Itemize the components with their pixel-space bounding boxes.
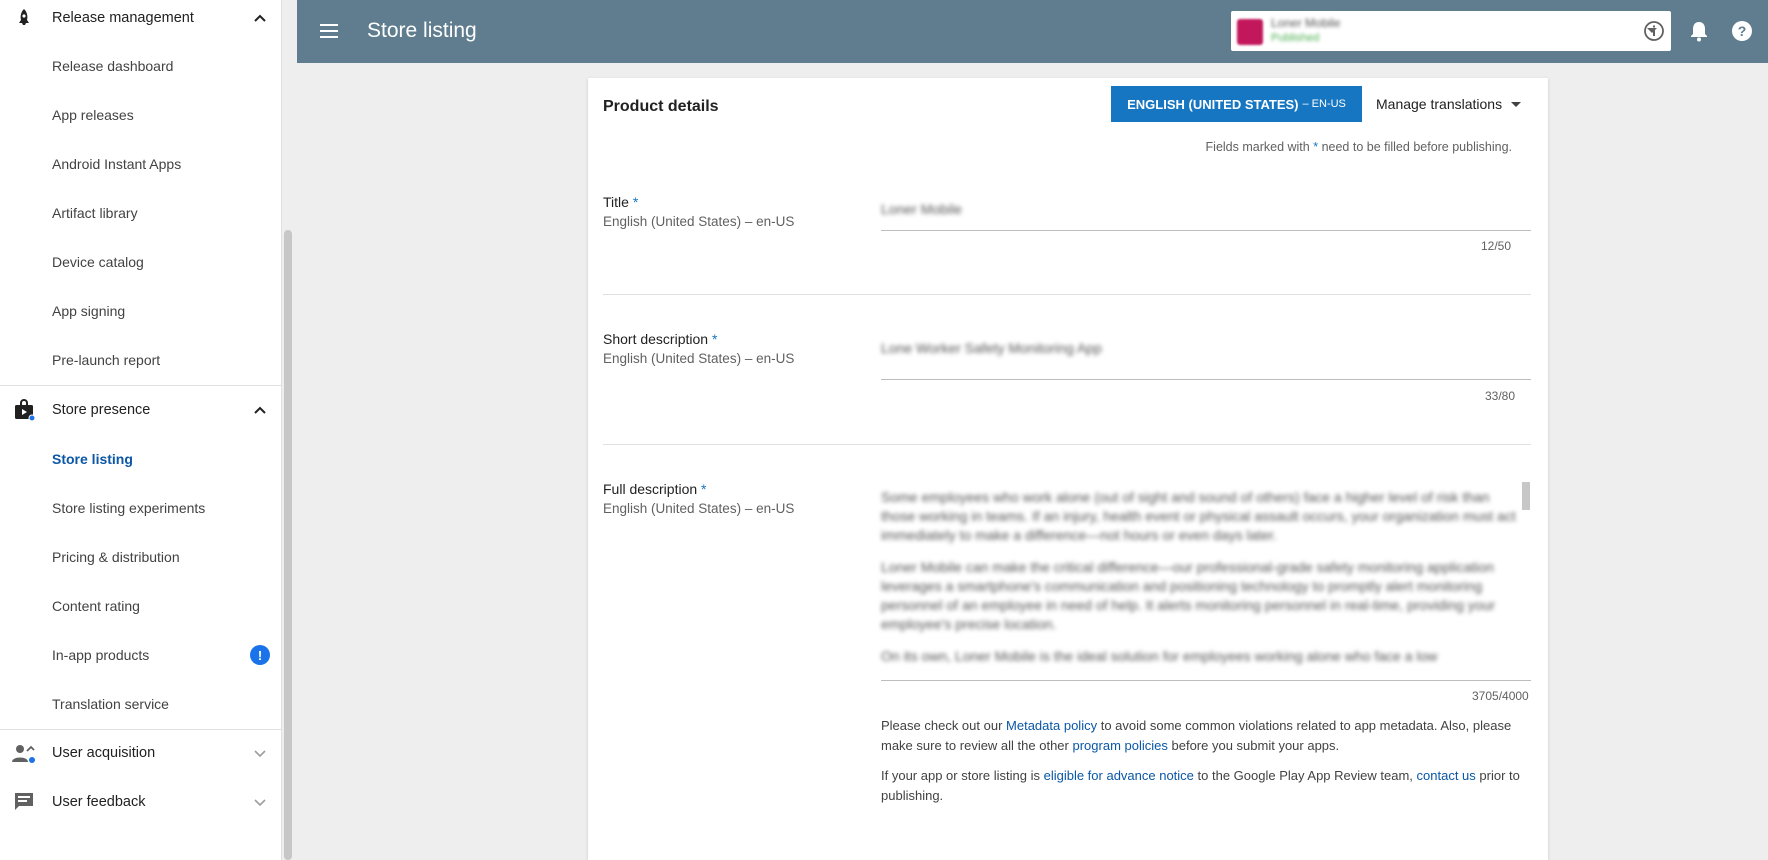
bell-icon[interactable] (1687, 19, 1711, 43)
title-char-counter: 12/50 (1481, 239, 1512, 253)
sidebar-section-label: Release management (52, 10, 194, 26)
sidebar-section-release-management[interactable]: Release management (0, 0, 281, 36)
product-details-card: Product details ENGLISH (UNITED STATES) … (588, 78, 1548, 860)
full-description-char-counter: 3705/4000 (1472, 689, 1529, 703)
sidebar-section-user-feedback[interactable]: User feedback (0, 784, 281, 820)
chevron-down-icon[interactable] (250, 792, 270, 812)
card-title: Product details (603, 98, 719, 115)
description-scrollbar[interactable] (1522, 482, 1530, 510)
description-paragraph: On its own, Loner Mobile is the ideal so… (881, 648, 1438, 664)
title-field-label: Title * (603, 194, 639, 210)
sidebar-item-pre-launch-report[interactable]: Pre-launch report (0, 342, 281, 378)
chevron-up-icon[interactable] (250, 8, 270, 28)
sidebar-item-artifact-library[interactable]: Artifact library (0, 195, 281, 231)
app-status: Published (1271, 32, 1320, 44)
caret-down-icon (1510, 96, 1522, 112)
sidebar-item-android-instant-apps[interactable]: Android Instant Apps (0, 146, 281, 182)
description-underline (881, 680, 1531, 681)
sidebar-section-label: User feedback (52, 794, 146, 810)
short-description-char-counter: 33/80 (1485, 389, 1516, 403)
sidebar-section-user-acquisition[interactable]: User acquisition (0, 735, 281, 771)
sidebar-item-label: Pre-launch report (52, 352, 161, 368)
full-description-label: Full description * (603, 481, 707, 497)
chevron-up-icon[interactable] (250, 400, 270, 420)
metadata-policy-note: Please check out our Metadata policy to … (881, 718, 1512, 753)
sidebar-item-store-listing-experiments[interactable]: Store listing experiments (0, 490, 281, 526)
sidebar-item-label: Store listing (52, 451, 133, 467)
description-paragraph: Loner Mobile can make the critical diffe… (881, 559, 1496, 632)
sidebar-item-content-rating[interactable]: Content rating (0, 588, 281, 624)
sidebar-item-label: Android Instant Apps (52, 156, 182, 172)
svg-text:?: ? (1738, 23, 1747, 39)
title-input-value: Loner Mobile (881, 201, 962, 217)
person-add-icon (12, 741, 36, 765)
sidebar-divider (0, 729, 281, 730)
app-icon (1237, 19, 1263, 45)
sidebar-item-translation-service[interactable]: Translation service (0, 686, 281, 722)
sidebar-item-in-app-products[interactable]: In-app products ! (0, 637, 281, 673)
manage-translations-label: Manage translations (1376, 96, 1503, 112)
sidebar-item-release-dashboard[interactable]: Release dashboard (0, 48, 281, 84)
title-field-language: English (United States) – en-US (603, 214, 795, 229)
sidebar-section-label: User acquisition (52, 745, 156, 761)
sidebar-item-label: Release dashboard (52, 58, 174, 74)
sidebar-item-label: Device catalog (52, 254, 144, 270)
feedback-icon (12, 790, 36, 814)
sidebar-item-app-signing[interactable]: App signing (0, 293, 281, 329)
alert-badge: ! (250, 645, 270, 665)
sidebar-item-label: In-app products (52, 647, 150, 663)
section-divider (603, 444, 1531, 445)
advance-notice-note: If your app or store listing is eligible… (881, 768, 1520, 803)
sidebar-item-label: Content rating (52, 598, 140, 614)
required-star: * (1313, 140, 1319, 154)
sidebar-item-label: Pricing & distribution (52, 549, 180, 565)
metadata-policy-link[interactable]: Metadata policy (1006, 718, 1097, 733)
app-selector[interactable]: Loner Mobile Published (1231, 11, 1671, 51)
full-description-textarea[interactable]: Some employees who work alone (out of si… (881, 488, 1517, 671)
short-description-input[interactable]: Lone Worker Safety Monitoring App (881, 340, 1531, 380)
sidebar-item-label: Translation service (52, 696, 169, 712)
page-title: Store listing (367, 19, 477, 42)
manage-translations-button[interactable]: Manage translations (1364, 86, 1532, 122)
top-app-bar: Store listing Loner Mobile Published ? (297, 0, 1768, 63)
help-icon[interactable]: ? (1730, 19, 1754, 43)
sidebar-item-pricing-distribution[interactable]: Pricing & distribution (0, 539, 281, 575)
language-button[interactable]: ENGLISH (UNITED STATES) – EN-US (1111, 86, 1362, 122)
contact-us-link[interactable]: contact us (1417, 768, 1476, 783)
sidebar-section-store-presence[interactable]: Store presence (0, 392, 281, 428)
info-icon[interactable] (1642, 19, 1666, 43)
required-star: * (711, 331, 718, 347)
app-name: Loner Mobile (1271, 16, 1341, 30)
required-star: * (632, 194, 639, 210)
sidebar-item-device-catalog[interactable]: Device catalog (0, 244, 281, 280)
shopping-bag-icon (12, 398, 36, 422)
sidebar-item-label: App releases (52, 107, 134, 123)
required-star: * (701, 481, 707, 497)
sidebar: Release management Release dashboard App… (0, 0, 282, 860)
sidebar-divider (0, 385, 281, 386)
short-description-value: Lone Worker Safety Monitoring App (881, 340, 1102, 356)
sidebar-section-label: Store presence (52, 402, 151, 418)
program-policies-link[interactable]: program policies (1073, 738, 1168, 753)
language-button-label: ENGLISH (UNITED STATES) (1127, 96, 1299, 112)
required-fields-note: Fields marked with * need to be filled b… (1205, 140, 1512, 154)
sidebar-item-label: Store listing experiments (52, 500, 206, 516)
section-divider (603, 294, 1531, 295)
advance-notice-link[interactable]: eligible for advance notice (1044, 768, 1194, 783)
short-description-language: English (United States) – en-US (603, 351, 795, 366)
rocket-icon (12, 6, 36, 30)
full-description-language: English (United States) – en-US (603, 501, 795, 516)
sidebar-item-label: App signing (52, 303, 126, 319)
sidebar-item-app-releases[interactable]: App releases (0, 97, 281, 133)
title-input[interactable]: Loner Mobile (881, 201, 1531, 231)
sidebar-item-store-listing[interactable]: Store listing (0, 441, 281, 477)
sidebar-item-label: Artifact library (52, 205, 138, 221)
hamburger-menu-icon[interactable] (317, 19, 341, 43)
chevron-down-icon[interactable] (250, 743, 270, 763)
description-paragraph: Some employees who work alone (out of si… (881, 489, 1516, 543)
sidebar-scrollbar[interactable] (284, 230, 292, 860)
short-description-label: Short description * (603, 331, 718, 347)
language-button-code: – EN-US (1302, 98, 1346, 110)
